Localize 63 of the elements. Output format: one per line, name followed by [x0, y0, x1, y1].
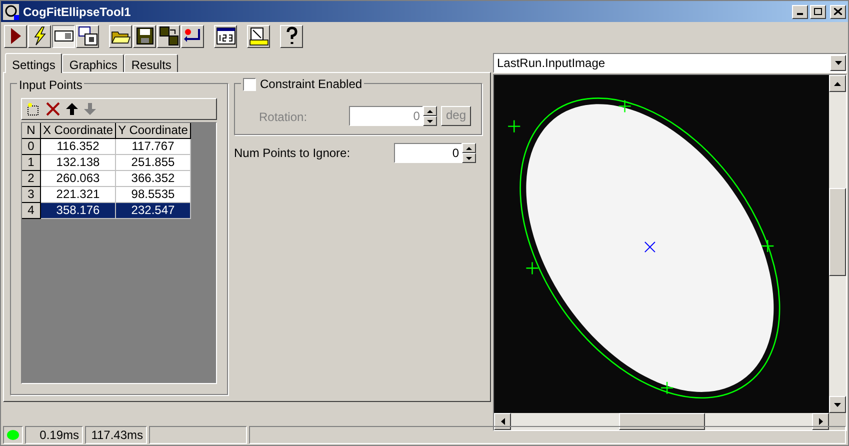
- tab[interactable]: Settings: [5, 53, 62, 73]
- table-cell: 98.5535: [116, 187, 191, 203]
- down-arrow-icon[interactable]: [84, 102, 96, 116]
- delete-icon[interactable]: [46, 102, 60, 116]
- row-header[interactable]: 1: [22, 155, 41, 171]
- table-cell: 358.176: [41, 203, 116, 219]
- column-header[interactable]: X Coordinate: [41, 123, 116, 139]
- dropdown-button[interactable]: [830, 55, 846, 71]
- down-arrow-icon: [834, 402, 841, 407]
- num-points-label: Num Points to Ignore:: [234, 145, 352, 162]
- table-cell: 260.063: [41, 171, 116, 187]
- table-cell: 232.547: [116, 203, 191, 219]
- row-header[interactable]: 3: [22, 187, 41, 203]
- table-cell: 132.138: [41, 155, 116, 171]
- row-header[interactable]: 4: [22, 203, 41, 219]
- floppy-icon: [134, 26, 154, 46]
- up-arrow-icon: [834, 82, 841, 86]
- table-cell: 221.321: [41, 187, 116, 203]
- tab[interactable]: Graphics: [62, 54, 124, 72]
- tab[interactable]: Results: [124, 54, 178, 72]
- spin-up-button[interactable]: [422, 106, 437, 116]
- close-icon: [834, 8, 842, 15]
- caret-icon: [834, 61, 842, 65]
- number-display-icon: [216, 26, 236, 46]
- new-point-icon[interactable]: [26, 102, 40, 116]
- up-arrow-icon[interactable]: [66, 102, 78, 116]
- num-points-field[interactable]: 0: [394, 143, 462, 163]
- vertical-scrollbar[interactable]: [829, 75, 846, 414]
- app-icon: [3, 4, 19, 20]
- windows-icon: [78, 26, 98, 46]
- checkbox-label: Constraint Enabled: [260, 76, 362, 93]
- column-header[interactable]: Y Coordinate: [116, 123, 191, 139]
- image-selector[interactable]: LastRun.InputImage: [493, 53, 847, 73]
- window-title: CogFitEllipseTool1: [23, 4, 131, 20]
- right-arrow-icon: [818, 418, 822, 426]
- minimize-button[interactable]: [792, 4, 808, 18]
- down-arrow-icon: [426, 120, 433, 122]
- spin-down-button[interactable]: [462, 153, 476, 163]
- floppies-icon: [158, 26, 178, 46]
- down-arrow-icon: [466, 156, 472, 160]
- left-arrow-icon: [500, 418, 504, 426]
- status-cell: 117.43ms: [85, 426, 147, 444]
- maximize-icon: [814, 8, 822, 15]
- spin-down-button[interactable]: [422, 116, 437, 126]
- table-cell: 117.767: [116, 139, 191, 155]
- rotation-label: Rotation:: [258, 109, 308, 126]
- up-arrow-icon: [466, 146, 472, 150]
- checkbox[interactable]: [243, 78, 256, 90]
- rotation-field[interactable]: 0: [348, 106, 423, 126]
- table-cell: 366.352: [116, 171, 191, 187]
- table-cell: 116.352: [41, 139, 116, 155]
- toolbar-button[interactable]: [52, 24, 75, 48]
- horizontal-scrollbar[interactable]: [494, 413, 829, 430]
- maximize-button[interactable]: [810, 4, 826, 18]
- spin-up-button[interactable]: [462, 143, 476, 153]
- status-cell: 0.19ms: [25, 426, 83, 444]
- measure-icon: [248, 26, 268, 46]
- close-button[interactable]: [830, 4, 846, 18]
- column-header[interactable]: N: [22, 123, 41, 139]
- row-header[interactable]: 0: [22, 139, 41, 155]
- row-header[interactable]: 2: [22, 171, 41, 187]
- table-cell: 251.855: [116, 155, 191, 171]
- up-arrow-icon: [426, 110, 433, 112]
